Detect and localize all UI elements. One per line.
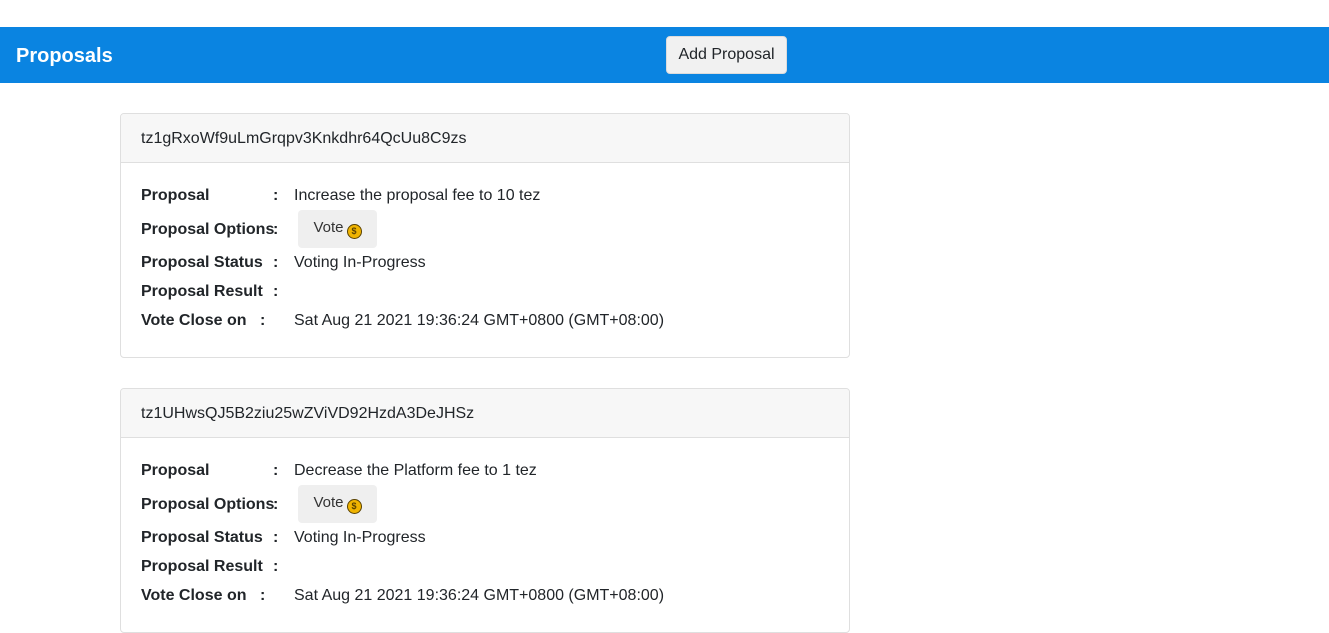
separator: : <box>273 496 279 513</box>
separator: : <box>273 558 279 575</box>
vote-close-value: Sat Aug 21 2021 19:36:24 GMT+0800 (GMT+0… <box>294 587 665 604</box>
separator: : <box>260 312 266 329</box>
proposal-status-label: Proposal Status <box>141 254 263 271</box>
separator: : <box>273 254 279 271</box>
vote-close-value: Sat Aug 21 2021 19:36:24 GMT+0800 (GMT+0… <box>294 312 665 329</box>
proposal-text: Increase the proposal fee to 10 tez <box>294 187 541 204</box>
proposal-status-value: Voting In-Progress <box>294 254 426 271</box>
proposal-label: Proposal <box>141 187 210 204</box>
vote-close-row: Vote Close on : Sat Aug 21 2021 19:36:24… <box>141 309 831 333</box>
separator: : <box>260 587 266 604</box>
proposal-label: Proposal <box>141 462 210 479</box>
proposal-text: Decrease the Platform fee to 1 tez <box>294 462 537 479</box>
vote-close-row: Vote Close on : Sat Aug 21 2021 19:36:24… <box>141 584 831 608</box>
proposal-details: Proposal : Decrease the Platform fee to … <box>121 438 849 632</box>
proposal-address: tz1UHwsQJ5B2ziu25wZViVD92HzdA3DeJHSz <box>121 389 849 438</box>
proposal-status-row: Proposal Status : Voting In-Progress <box>141 526 831 550</box>
proposal-result-row: Proposal Result : <box>141 555 831 579</box>
proposal-options-label: Proposal Options <box>141 496 275 513</box>
vote-button[interactable]: Vote $ <box>298 210 377 248</box>
proposal-result-label: Proposal Result <box>141 283 263 300</box>
proposal-status-value: Voting In-Progress <box>294 529 426 546</box>
proposal-address: tz1gRxoWf9uLmGrqpv3Knkdhr64QcUu8C9zs <box>121 114 849 163</box>
separator: : <box>273 187 279 204</box>
proposal-card: tz1UHwsQJ5B2ziu25wZViVD92HzdA3DeJHSz Pro… <box>120 388 850 633</box>
vote-label: Vote <box>313 494 344 511</box>
proposal-result-label: Proposal Result <box>141 558 263 575</box>
vote-button[interactable]: Vote $ <box>298 485 377 523</box>
proposal-options-label: Proposal Options <box>141 221 275 238</box>
proposal-options-row: Proposal Options : Vote $ <box>141 485 831 523</box>
separator: : <box>273 221 279 238</box>
separator: : <box>273 462 279 479</box>
separator: : <box>273 529 279 546</box>
money-bag-icon: $ <box>346 224 362 239</box>
page-title: Proposals <box>16 45 113 67</box>
proposal-row: Proposal : Increase the proposal fee to … <box>141 184 831 208</box>
proposal-status-row: Proposal Status : Voting In-Progress <box>141 251 831 275</box>
proposal-card: tz1gRxoWf9uLmGrqpv3Knkdhr64QcUu8C9zs Pro… <box>120 113 850 358</box>
proposal-status-label: Proposal Status <box>141 529 263 546</box>
vote-close-label: Vote Close on <box>141 312 247 329</box>
proposal-options-row: Proposal Options : Vote $ <box>141 210 831 248</box>
proposal-result-row: Proposal Result : <box>141 280 831 304</box>
separator: : <box>273 283 279 300</box>
money-bag-icon: $ <box>346 499 362 514</box>
vote-label: Vote <box>313 219 344 236</box>
vote-close-label: Vote Close on <box>141 587 247 604</box>
top-navbar: Proposals Add Proposal <box>0 27 1329 83</box>
proposal-row: Proposal : Decrease the Platform fee to … <box>141 459 831 483</box>
add-proposal-button[interactable]: Add Proposal <box>666 36 787 74</box>
proposal-details: Proposal : Increase the proposal fee to … <box>121 163 849 357</box>
